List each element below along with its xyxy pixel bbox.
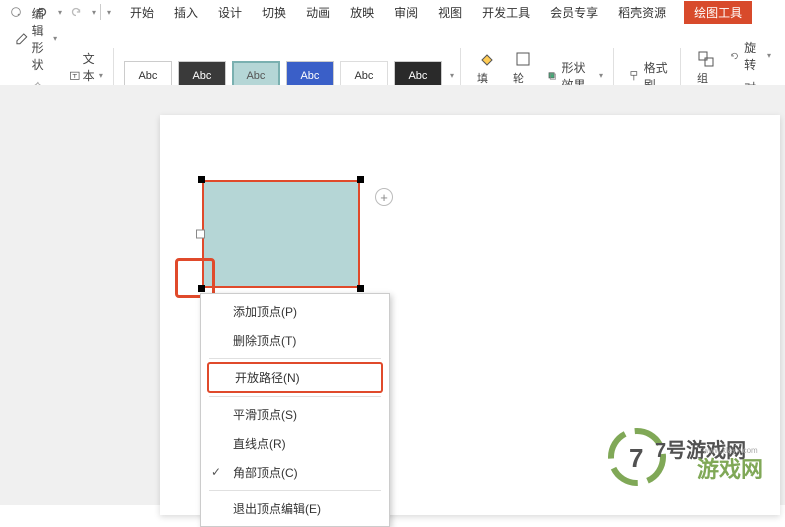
tab-insert[interactable]: 插入	[164, 1, 208, 24]
ctx-straight-point[interactable]: 直线点(R)	[201, 429, 389, 458]
textbox-icon	[69, 70, 81, 82]
check-icon: ✓	[211, 465, 221, 479]
shape-rectangle[interactable]	[202, 180, 360, 288]
rotate-label: 旋转	[744, 39, 761, 73]
menu-bar: 开始 插入 设计 切换 动画 放映 审阅 视图 开发工具 会员专享 稻壳资源 绘…	[0, 0, 785, 24]
add-placeholder-button[interactable]: +	[375, 188, 393, 206]
ctx-corner-vertex[interactable]: ✓角部顶点(C)	[201, 458, 389, 487]
tab-docer[interactable]: 稻壳资源	[608, 1, 676, 24]
group-icon	[697, 50, 715, 68]
ctx-exit-edit[interactable]: 退出顶点编辑(E)	[201, 494, 389, 523]
context-menu: 添加顶点(P) 删除顶点(T) 开放路径(N) 平滑顶点(S) 直线点(R) ✓…	[200, 293, 390, 527]
format-painter-icon	[628, 68, 640, 84]
rotate-icon	[729, 48, 740, 64]
edit-shape-icon	[14, 31, 30, 47]
fill-icon	[478, 50, 496, 68]
vertex-handle-tr[interactable]	[357, 176, 364, 183]
vertex-handle-br[interactable]	[357, 285, 364, 292]
tab-animation[interactable]: 动画	[296, 1, 340, 24]
tab-transition[interactable]: 切换	[252, 1, 296, 24]
ctx-separator	[209, 490, 381, 491]
ctx-separator	[209, 396, 381, 397]
ctx-smooth-vertex[interactable]: 平滑顶点(S)	[201, 400, 389, 429]
tab-slideshow[interactable]: 放映	[340, 1, 384, 24]
tab-view[interactable]: 视图	[428, 1, 472, 24]
canvas-area	[0, 85, 785, 505]
annotation-highlight-box	[175, 258, 215, 298]
ctx-delete-vertex[interactable]: 删除顶点(T)	[201, 326, 389, 355]
effects-icon	[547, 68, 557, 84]
selected-shape[interactable]	[202, 180, 360, 288]
ctx-open-path[interactable]: 开放路径(N)	[207, 362, 383, 393]
styles-more-icon[interactable]: ▾	[450, 71, 454, 80]
tab-design[interactable]: 设计	[208, 1, 252, 24]
edge-handle-left[interactable]	[196, 230, 205, 239]
tab-developer[interactable]: 开发工具	[472, 1, 540, 24]
vertex-handle-tl[interactable]	[198, 176, 205, 183]
tab-start[interactable]: 开始	[120, 1, 164, 24]
rotate-button[interactable]: 旋转▾	[725, 37, 775, 75]
tab-review[interactable]: 审阅	[384, 1, 428, 24]
tab-member[interactable]: 会员专享	[540, 1, 608, 24]
outline-icon	[514, 50, 532, 68]
tab-drawing-tools[interactable]: 绘图工具	[684, 1, 752, 24]
ctx-add-vertex[interactable]: 添加顶点(P)	[201, 297, 389, 326]
ctx-separator	[209, 358, 381, 359]
